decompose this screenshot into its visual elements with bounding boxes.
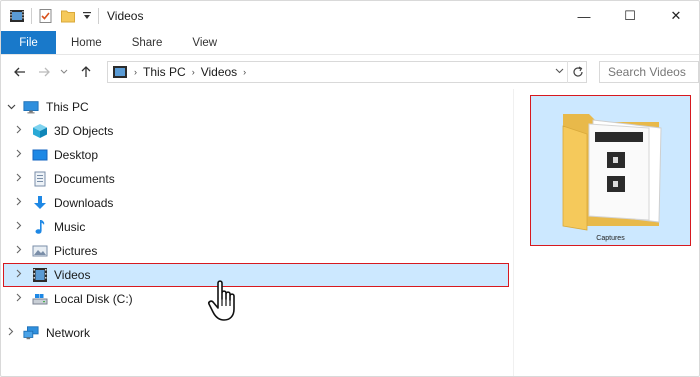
tree-item-desktop[interactable]: Desktop (1, 143, 513, 167)
minimize-button[interactable]: — (561, 1, 607, 31)
address-bar[interactable]: › This PC › Videos › (107, 61, 587, 83)
tree-label: Music (54, 220, 86, 234)
desktop-icon (32, 147, 48, 163)
tree-label: Documents (54, 172, 115, 186)
tab-view[interactable]: View (177, 31, 232, 54)
customize-toolbar-icon[interactable] (82, 8, 92, 24)
expand-chevron-icon[interactable] (14, 221, 24, 233)
properties-icon[interactable] (38, 8, 54, 24)
collapse-chevron-icon[interactable] (6, 102, 16, 113)
window-title: Videos (107, 9, 144, 23)
maximize-icon: ☐ (624, 8, 636, 23)
toolbar-separator (31, 8, 32, 24)
tree-item-documents[interactable]: Documents (1, 167, 513, 191)
tree-label: 3D Objects (54, 124, 114, 138)
address-row: › This PC › Videos › Search Videos (1, 56, 699, 88)
tab-home[interactable]: Home (56, 31, 117, 54)
toolbar-separator (98, 8, 99, 24)
quick-access-toolbar: Videos (1, 1, 143, 31)
expand-chevron-icon[interactable] (14, 245, 24, 257)
tree-label: Videos (54, 268, 91, 282)
expand-chevron-icon[interactable] (14, 293, 24, 305)
content-pane: Captures (514, 89, 699, 376)
search-input[interactable]: Search Videos (599, 61, 699, 83)
music-note-icon (32, 219, 48, 235)
chevron-right-icon[interactable]: › (192, 67, 195, 77)
up-arrow-icon (81, 66, 91, 77)
tree-label: Pictures (54, 244, 98, 258)
tab-file[interactable]: File (1, 31, 56, 54)
network-icon (23, 325, 39, 341)
tree-item-pictures[interactable]: Pictures (1, 239, 513, 263)
tree-item-local-disk[interactable]: Local Disk (C:) (1, 287, 513, 311)
forward-arrow-icon (39, 67, 50, 77)
expand-chevron-icon[interactable] (14, 149, 24, 161)
chevron-right-icon[interactable]: › (134, 67, 137, 77)
tab-share[interactable]: Share (117, 31, 178, 54)
folder-label: Captures (596, 235, 625, 242)
recent-locations-button[interactable] (59, 63, 69, 81)
chevron-right-icon[interactable]: › (243, 67, 246, 77)
cube-icon (32, 123, 48, 139)
close-button[interactable]: ✕ (653, 1, 699, 31)
address-history-dropdown[interactable] (555, 66, 564, 76)
download-arrow-icon (32, 195, 48, 211)
tree-item-3d-objects[interactable]: 3D Objects (1, 119, 513, 143)
expand-chevron-icon[interactable] (14, 269, 24, 281)
chevron-down-icon (555, 68, 564, 74)
title-bar: Videos — ☐ ✕ (1, 1, 699, 31)
chevron-down-icon (60, 69, 68, 74)
back-arrow-icon (14, 67, 25, 77)
tree-item-this-pc[interactable]: This PC (1, 95, 513, 119)
ribbon-tabs: File Home Share View (1, 31, 699, 55)
tree-item-network[interactable]: Network (1, 321, 513, 345)
document-icon (32, 171, 48, 187)
tree-item-videos[interactable]: Videos (1, 263, 513, 287)
breadcrumb-this-pc[interactable]: This PC (143, 65, 186, 79)
navigation-buttons (1, 63, 101, 81)
navigation-pane: This PC 3D Objects Desktop Documents Dow… (1, 93, 513, 376)
minimize-icon: — (577, 8, 591, 24)
tree-label: Desktop (54, 148, 99, 162)
expand-chevron-icon[interactable] (14, 173, 24, 185)
close-icon: ✕ (670, 8, 682, 23)
new-folder-icon[interactable] (60, 8, 76, 24)
expand-chevron-icon[interactable] (14, 197, 24, 209)
hand-cursor-icon (208, 280, 235, 321)
tree-item-music[interactable]: Music (1, 215, 513, 239)
monitor-icon (23, 99, 39, 115)
tree-label: This PC (46, 100, 89, 114)
pictures-icon (32, 243, 48, 259)
expand-chevron-icon[interactable] (14, 125, 24, 137)
folder-item-captures[interactable]: Captures (530, 95, 691, 246)
tree-label: Local Disk (C:) (54, 292, 133, 306)
tree-item-downloads[interactable]: Downloads (1, 191, 513, 215)
tree-label: Network (46, 326, 91, 340)
maximize-button[interactable]: ☐ (607, 1, 653, 31)
window-controls: — ☐ ✕ (561, 1, 699, 31)
back-button[interactable] (11, 63, 29, 81)
explorer-window: Videos — ☐ ✕ File Home Share View › This… (0, 0, 700, 377)
film-icon (9, 8, 25, 24)
expand-chevron-icon[interactable] (6, 327, 16, 339)
drive-icon (32, 291, 48, 307)
refresh-button[interactable] (567, 61, 587, 83)
tree-label: Downloads (54, 196, 114, 210)
film-icon (32, 267, 48, 283)
breadcrumb-videos[interactable]: Videos (201, 65, 237, 79)
forward-button[interactable] (35, 63, 53, 81)
folder-icon (562, 114, 662, 231)
up-button[interactable] (77, 63, 95, 81)
refresh-icon (572, 66, 583, 77)
film-icon (112, 64, 128, 80)
